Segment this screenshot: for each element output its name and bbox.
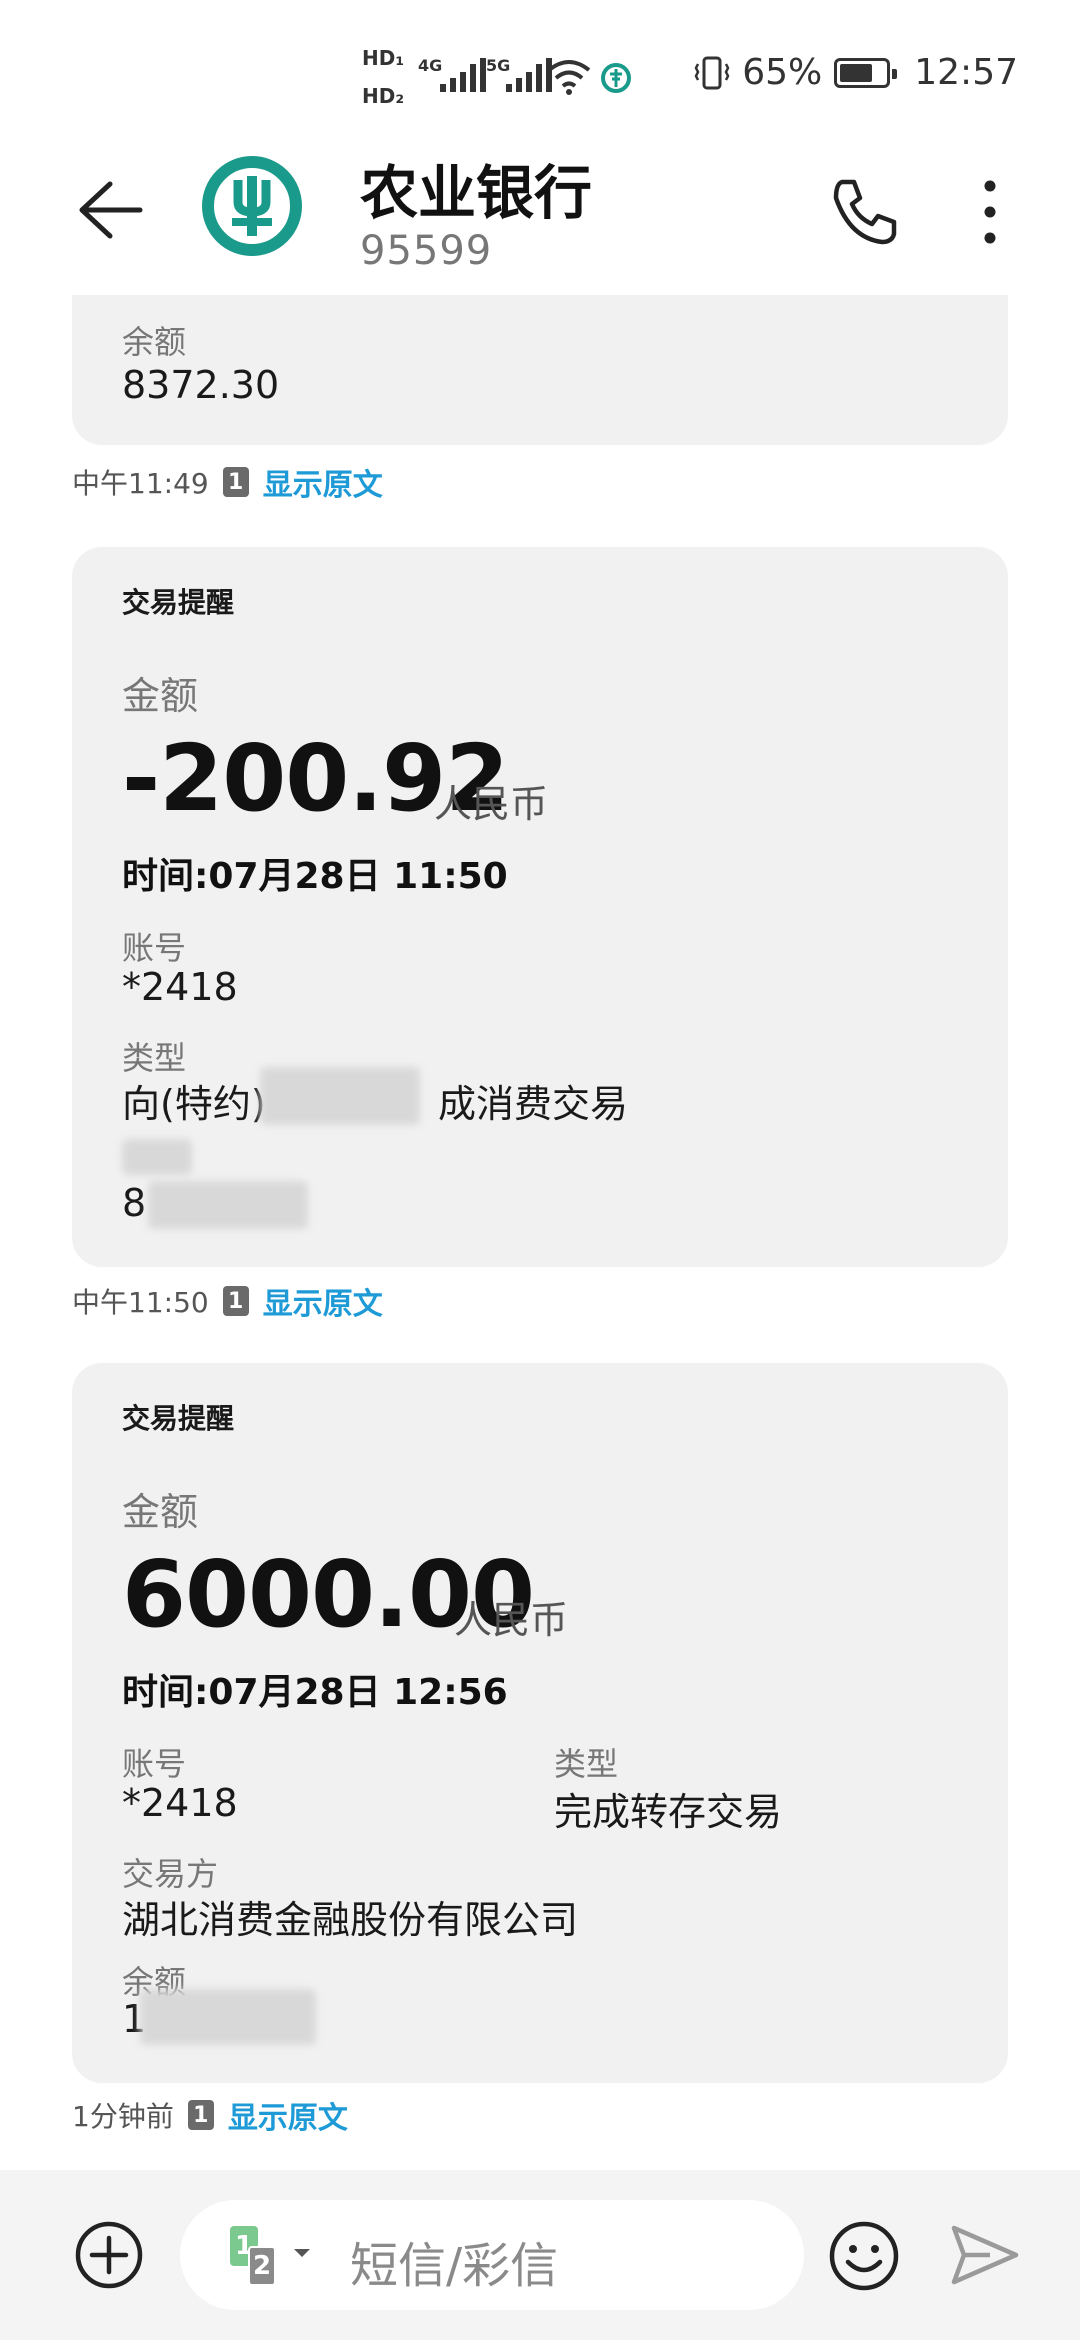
account-value: *2418 — [122, 965, 238, 1009]
vibrate-icon — [694, 56, 730, 89]
type-value-start: 向(特约) — [122, 1082, 266, 1126]
wifi-icon — [547, 60, 591, 95]
message-bubble[interactable]: 余额 8372.30 — [72, 295, 1008, 445]
balance-value-start: 8 — [122, 1181, 147, 1225]
message-meta: 中午11:50 1 显示原文 — [72, 1279, 383, 1323]
currency-label: 人民币 — [434, 782, 549, 826]
sim-badge-icon: 1 — [187, 2100, 214, 2130]
amount-label: 金额 — [122, 1490, 199, 1534]
redacted-label — [122, 1139, 192, 1175]
bank-notification-icon — [601, 63, 631, 93]
message-input[interactable]: 1 2 短信/彩信 — [180, 2200, 804, 2310]
message-bubble[interactable]: 交易提醒 金额 -200.92 人民币 时间:07月28日 11:50 账号 *… — [72, 547, 1008, 1267]
redacted-balance — [148, 1181, 308, 1229]
conversation-header: 农业银行 95599 — [0, 140, 1080, 295]
compose-bar: 1 2 短信/彩信 — [0, 2170, 1080, 2340]
transaction-time: 时间:07月28日 11:50 — [122, 856, 508, 897]
status-right: 65% 12:57 — [694, 52, 1018, 93]
network-type-1: 4G — [418, 56, 443, 75]
message-time: 1分钟前 — [72, 2100, 174, 2133]
clock: 12:57 — [914, 52, 1018, 93]
amount-label: 金额 — [122, 674, 199, 718]
sim-badge-icon: 1 — [222, 1286, 249, 1316]
currency-label: 人民币 — [454, 1598, 569, 1642]
contact-name: 农业银行 — [360, 159, 593, 227]
dropdown-caret-icon — [294, 2249, 310, 2257]
balance-label: 余额 — [122, 323, 187, 361]
status-bar: HD₁ HD₂ 4G 5G 65% 12:57 — [0, 0, 1080, 150]
transaction-time: 时间:07月28日 12:56 — [122, 1672, 508, 1713]
signal-1-icon — [440, 58, 486, 92]
abc-bank-logo-icon — [202, 156, 302, 256]
message-time: 中午11:50 — [72, 1286, 209, 1319]
sim-selector[interactable]: 1 2 — [230, 2222, 320, 2288]
balance-value: 8372.30 — [122, 363, 280, 407]
battery-percent: 65% — [742, 52, 823, 93]
show-original-link[interactable]: 显示原文 — [263, 1279, 383, 1323]
message-time: 中午11:49 — [72, 467, 209, 500]
redacted-area — [260, 1067, 420, 1125]
sim1-indicator: HD₁ — [362, 46, 405, 70]
more-options-icon[interactable] — [970, 176, 1010, 248]
input-placeholder: 短信/彩信 — [350, 2238, 559, 2294]
message-meta: 中午11:49 1 显示原文 — [72, 460, 383, 504]
type-value-end: 成消费交易 — [438, 1082, 629, 1126]
party-value: 湖北消费金融股份有限公司 — [122, 1898, 579, 1942]
emoji-icon[interactable] — [828, 2220, 900, 2292]
message-list[interactable]: 余额 8372.30 中午11:49 1 显示原文 交易提醒 金额 -200.9… — [0, 295, 1080, 2170]
card-title: 交易提醒 — [122, 586, 235, 619]
account-label: 账号 — [122, 1745, 187, 1783]
phone-icon[interactable] — [828, 176, 900, 248]
send-icon[interactable] — [950, 2222, 1020, 2288]
account-label: 账号 — [122, 929, 187, 967]
show-original-link[interactable]: 显示原文 — [263, 460, 383, 504]
sim-secondary-icon: 2 — [248, 2246, 276, 2286]
add-attachment-icon[interactable] — [74, 2220, 144, 2290]
battery-icon — [834, 57, 898, 88]
contact-number: 95599 — [360, 228, 493, 274]
show-original-link[interactable]: 显示原文 — [228, 2093, 348, 2137]
card-title: 交易提醒 — [122, 1402, 235, 1435]
sim-badge-icon: 1 — [222, 467, 249, 497]
message-meta: 1分钟前 1 显示原文 — [72, 2093, 348, 2137]
message-bubble[interactable]: 交易提醒 金额 6000.00 人民币 时间:07月28日 12:56 账号 *… — [72, 1363, 1008, 2083]
sim2-indicator: HD₂ — [362, 84, 405, 108]
account-value: *2418 — [122, 1781, 238, 1825]
redacted-balance — [140, 1989, 316, 2045]
back-arrow-icon[interactable] — [70, 170, 150, 250]
type-label: 类型 — [554, 1745, 619, 1783]
type-value: 完成转存交易 — [554, 1790, 783, 1834]
